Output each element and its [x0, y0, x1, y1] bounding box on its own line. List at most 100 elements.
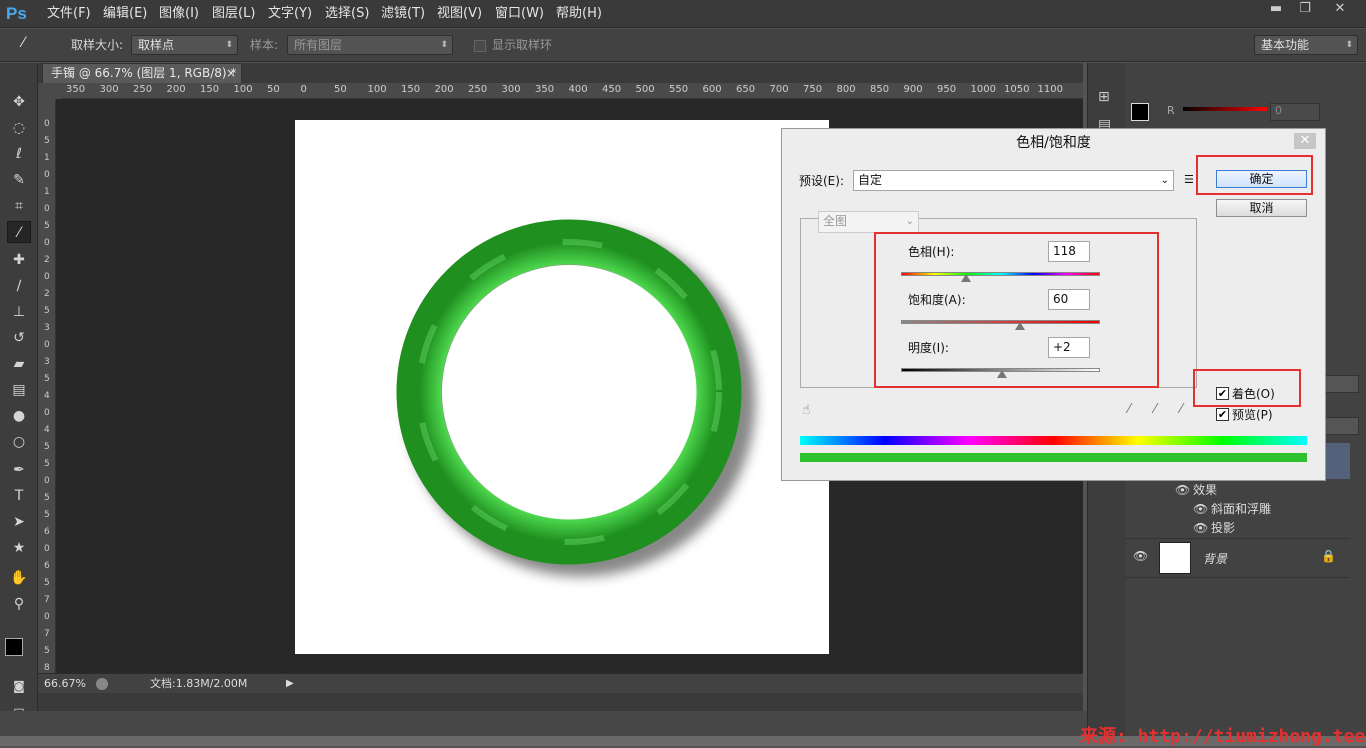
- eye-icon[interactable]: 👁: [1133, 549, 1148, 563]
- effects-label: 效果: [1193, 483, 1218, 497]
- menu-window[interactable]: 窗口(W): [495, 0, 544, 28]
- ruler-tick-label: 0: [44, 544, 50, 554]
- dialog-close-button[interactable]: ✕: [1294, 133, 1316, 149]
- lasso-tool-icon[interactable]: ℓ: [7, 143, 31, 165]
- eyedropper-minus-icon[interactable]: ⁄: [1180, 401, 1182, 419]
- ruler-tick-label: 3: [44, 323, 50, 333]
- ruler-tick-label: 4: [44, 391, 50, 401]
- eyedropper-icon[interactable]: ⁄: [1128, 401, 1130, 419]
- ruler-tick-label: 0: [44, 340, 50, 350]
- layer-effects-row[interactable]: 👁 效果: [1125, 480, 1350, 500]
- hand-tool-icon[interactable]: ✋: [7, 567, 31, 589]
- path-select-tool-icon[interactable]: ➤: [7, 511, 31, 533]
- ruler-tick-label: 5: [44, 374, 50, 384]
- fg-color-chip[interactable]: [1131, 103, 1149, 121]
- background-layer-row[interactable]: 👁 背景 🔒: [1125, 538, 1350, 578]
- menu-select[interactable]: 选择(S): [325, 0, 369, 28]
- ruler-tick-label: 5: [44, 578, 50, 588]
- status-arrow-icon[interactable]: ▶: [286, 674, 294, 694]
- crop-tool-icon[interactable]: ⌗: [7, 195, 31, 217]
- document-tab-title: 手镯 @ 66.7% (图层 1, RGB/8) *: [51, 66, 237, 80]
- workspace-select[interactable]: 基本功能 ⬍: [1254, 35, 1358, 55]
- ruler-tick-label: 0: [44, 612, 50, 622]
- chevron-updown-icon: ⬍: [1345, 40, 1353, 50]
- close-tab-icon[interactable]: ×: [226, 64, 236, 83]
- eye-icon[interactable]: 👁: [1193, 518, 1208, 538]
- r-channel-slider[interactable]: [1183, 107, 1267, 111]
- foreground-color-swatch[interactable]: [5, 638, 23, 656]
- layer-bevel-row[interactable]: 👁 斜面和浮雕: [1125, 499, 1350, 519]
- ruler-tick-label: 100: [233, 84, 253, 95]
- ruler-tick-label: 5: [44, 493, 50, 503]
- ruler-tick-label: 850: [870, 84, 890, 95]
- ruler-corner: [38, 83, 62, 99]
- menu-image[interactable]: 图像(I): [159, 0, 199, 28]
- menu-help[interactable]: 帮助(H): [556, 0, 602, 28]
- layer-shadow-row[interactable]: 👁 投影: [1125, 518, 1350, 538]
- input-color-bar: [800, 436, 1307, 445]
- eye-icon[interactable]: 👁: [1193, 499, 1208, 519]
- hand-target-icon[interactable]: ☝: [802, 401, 811, 419]
- r-channel-input[interactable]: 0: [1270, 103, 1320, 121]
- menu-type[interactable]: 文字(Y): [268, 0, 312, 28]
- eraser-tool-icon[interactable]: ▰: [7, 353, 31, 375]
- menu-filter[interactable]: 滤镜(T): [381, 0, 425, 28]
- ruler-tick-label: 300: [501, 84, 521, 95]
- document-canvas[interactable]: [295, 120, 829, 654]
- eye-icon[interactable]: 👁: [1175, 480, 1190, 500]
- horizontal-ruler: 350 300 250 200 150 100 50 0 50 100 150 200 250 300 35…: [62, 83, 1083, 99]
- ruler-tick-label: 500: [635, 84, 655, 95]
- status-info-icon[interactable]: [96, 678, 108, 690]
- options-bar: ⁄ 取样大小: 取样点 ⬍ 样本: 所有图层 ⬍ 显示取样环 基本功能 ⬍: [0, 29, 1366, 62]
- ruler-tick-label: 7: [44, 595, 50, 605]
- close-window-button[interactable]: ✕: [1322, 0, 1358, 20]
- ruler-tick-label: 1: [44, 153, 50, 163]
- menu-edit[interactable]: 编辑(E): [103, 0, 147, 28]
- ruler-tick-label: 750: [803, 84, 823, 95]
- eyedropper-plus-icon[interactable]: ⁄: [1154, 401, 1156, 419]
- zoom-level[interactable]: 66.67%: [44, 674, 86, 694]
- eyedropper-icon[interactable]: ⁄: [22, 35, 42, 55]
- preview-checkbox[interactable]: ✔: [1216, 408, 1229, 421]
- document-tab[interactable]: 手镯 @ 66.7% (图层 1, RGB/8) * ×: [42, 63, 242, 83]
- healing-tool-icon[interactable]: ✚: [7, 249, 31, 271]
- type-tool-icon[interactable]: T: [7, 485, 31, 507]
- gradient-tool-icon[interactable]: ▤: [7, 379, 31, 401]
- preset-select[interactable]: 自定 ⌄: [853, 170, 1174, 191]
- fill-field[interactable]: [1325, 417, 1359, 435]
- move-tool-icon[interactable]: ✥: [7, 91, 31, 113]
- ruler-tick-label: 150: [401, 84, 421, 95]
- zoom-tool-icon[interactable]: ⚲: [7, 593, 31, 615]
- blur-tool-icon[interactable]: ●: [7, 405, 31, 427]
- menu-view[interactable]: 视图(V): [437, 0, 482, 28]
- sample-select[interactable]: 所有图层 ⬍: [287, 35, 453, 55]
- eyedropper-tool-icon[interactable]: ⁄: [7, 221, 31, 243]
- restore-button[interactable]: ❐: [1288, 0, 1322, 20]
- show-ring-checkbox[interactable]: [474, 40, 486, 52]
- preset-menu-icon[interactable]: ☰: [1184, 171, 1194, 189]
- ruler-tick-label: 200: [166, 84, 186, 95]
- dodge-tool-icon[interactable]: ○: [7, 431, 31, 453]
- channel-select[interactable]: 全图 ⌄: [818, 211, 919, 233]
- quick-select-tool-icon[interactable]: ✎: [7, 169, 31, 191]
- show-ring-label: 显示取样环: [492, 38, 553, 52]
- ruler-tick-label: 5: [44, 646, 50, 656]
- brush-tool-icon[interactable]: ∕: [7, 275, 31, 297]
- colorize-highlight-box: [1193, 369, 1301, 407]
- menu-layer[interactable]: 图层(L): [212, 0, 255, 28]
- preview-label: 预览(P): [1232, 408, 1273, 422]
- cancel-button[interactable]: 取消: [1216, 199, 1307, 217]
- sample-size-select[interactable]: 取样点 ⬍: [131, 35, 238, 55]
- menu-file[interactable]: 文件(F): [47, 0, 91, 28]
- marquee-tool-icon[interactable]: ◌: [7, 117, 31, 139]
- pen-tool-icon[interactable]: ✒: [7, 459, 31, 481]
- ruler-tick-label: 350: [535, 84, 555, 95]
- history-panel-icon[interactable]: ⊞: [1098, 89, 1110, 105]
- opacity-field[interactable]: [1325, 375, 1359, 393]
- history-brush-tool-icon[interactable]: ↺: [7, 327, 31, 349]
- quick-mask-icon[interactable]: ◙: [7, 675, 31, 697]
- ruler-tick-label: 300: [99, 84, 119, 95]
- shape-tool-icon[interactable]: ★: [7, 537, 31, 559]
- stamp-tool-icon[interactable]: ⊥: [7, 301, 31, 323]
- ruler-tick-label: 0: [44, 238, 50, 248]
